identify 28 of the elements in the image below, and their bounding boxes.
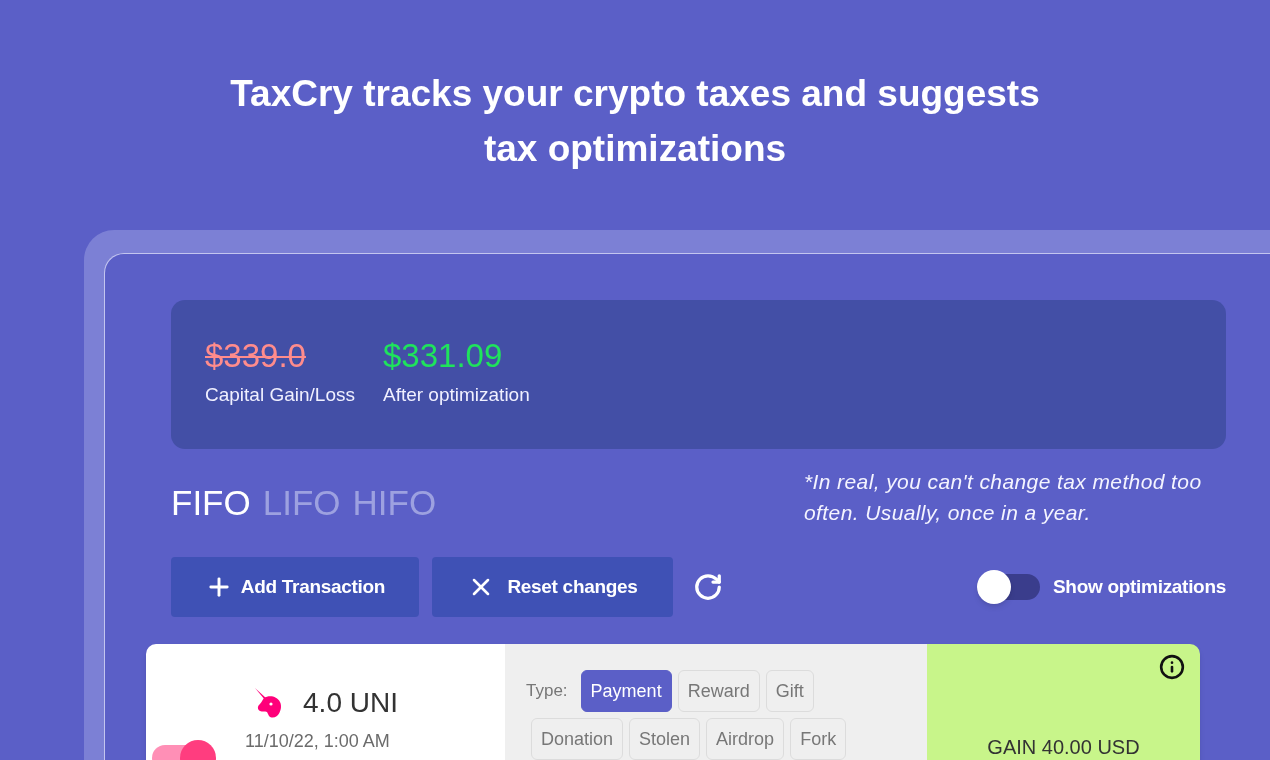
method-note: *In real, you can't change tax method too often. Usually, once in a year. bbox=[804, 469, 1203, 526]
headline: TaxCry tracks your crypto taxes and suggests tax optimizations bbox=[229, 72, 1041, 171]
transaction-amount: 4.0 UNI bbox=[303, 687, 398, 719]
refresh-icon bbox=[693, 572, 723, 602]
info-icon[interactable] bbox=[1159, 654, 1185, 680]
amount-value: $339.0 bbox=[205, 336, 307, 376]
transaction-date: 11/10/22, 1:00 AM bbox=[245, 730, 390, 752]
type-label: Type: bbox=[526, 680, 568, 703]
toggle-label: Show optimizations bbox=[1053, 574, 1226, 599]
amount-label: Capital Gain/Loss bbox=[205, 383, 355, 407]
method-tab[interactable]: LIFO bbox=[262, 482, 341, 524]
amount-label: After optimization bbox=[382, 383, 530, 407]
toggle-switch[interactable] bbox=[977, 570, 1040, 604]
amount-value: $331.09 bbox=[382, 336, 504, 376]
type-chip[interactable]: Stolen bbox=[629, 718, 701, 760]
gain-result: GAIN 40.00 USD bbox=[987, 735, 1140, 759]
type-chip[interactable]: Airdrop bbox=[706, 718, 785, 760]
unicorn-icon bbox=[253, 687, 284, 719]
type-chip[interactable]: Fork bbox=[790, 718, 847, 760]
method-tab[interactable]: FIFO bbox=[171, 482, 251, 524]
type-chip[interactable]: Payment bbox=[580, 670, 672, 712]
method-tab[interactable]: HIFO bbox=[352, 482, 437, 524]
reset-changes-button[interactable]: Reset changes bbox=[432, 557, 673, 617]
type-chip[interactable]: Donation bbox=[531, 718, 624, 760]
refresh-button[interactable] bbox=[693, 572, 723, 602]
add-transaction-button[interactable]: Add Transaction bbox=[171, 557, 419, 617]
type-chip[interactable]: Gift bbox=[765, 670, 814, 712]
type-chip[interactable]: Reward bbox=[677, 670, 760, 712]
